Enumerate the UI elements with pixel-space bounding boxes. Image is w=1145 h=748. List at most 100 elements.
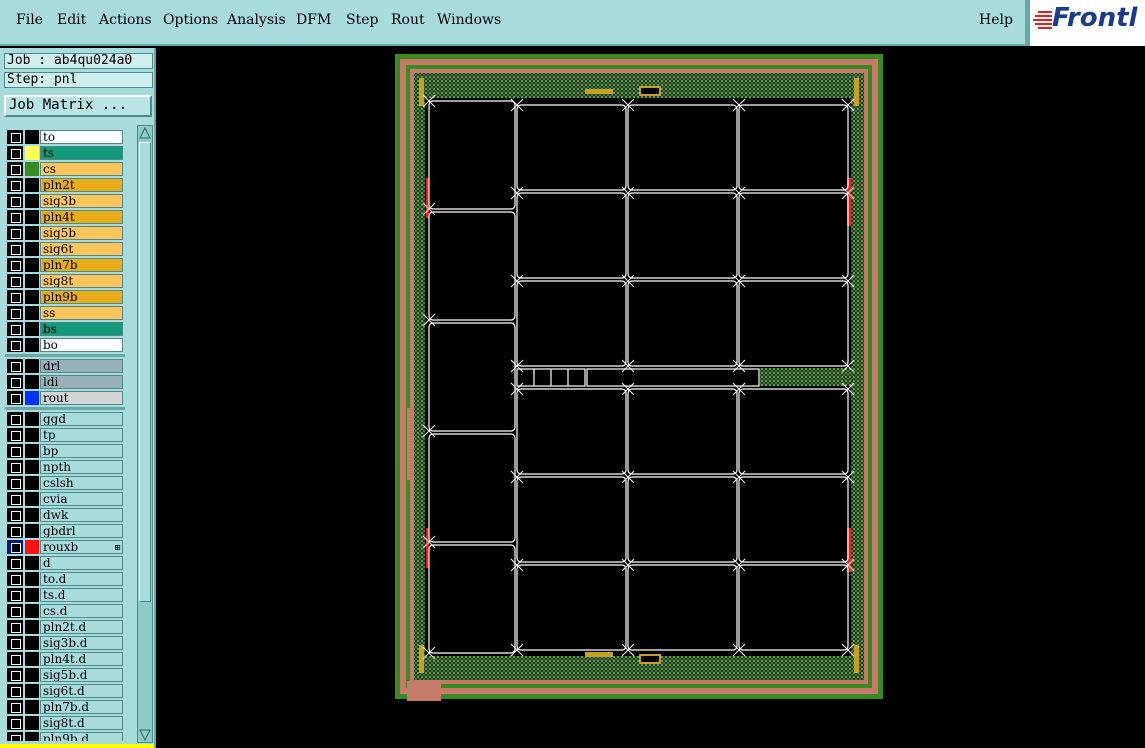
layer-color-swatch[interactable] xyxy=(25,375,39,389)
layer-name[interactable]: to xyxy=(40,130,123,144)
layer-name[interactable]: cslsh xyxy=(40,476,123,490)
layer-name[interactable]: ggd xyxy=(40,412,123,426)
layer-color-swatch[interactable] xyxy=(25,444,39,458)
layer-row[interactable]: to xyxy=(5,129,125,145)
layer-row[interactable]: d xyxy=(5,555,125,571)
layer-checkbox[interactable] xyxy=(7,604,23,618)
menu-actions[interactable]: Actions xyxy=(99,12,152,28)
layer-checkbox[interactable] xyxy=(7,274,23,288)
layer-name[interactable]: drl xyxy=(40,359,123,373)
layer-color-swatch[interactable] xyxy=(25,684,39,698)
layer-name[interactable]: bs xyxy=(40,322,123,336)
layer-name[interactable]: sig3b xyxy=(40,194,123,208)
layer-name[interactable]: pln7b xyxy=(40,258,123,272)
layer-color-swatch[interactable] xyxy=(25,359,39,373)
menu-analysis[interactable]: Analysis xyxy=(227,12,286,28)
graphic-editor-canvas[interactable] xyxy=(157,48,1145,748)
layer-row[interactable]: cs.d xyxy=(5,603,125,619)
layer-name[interactable]: pln4t xyxy=(40,210,123,224)
layer-checkbox[interactable] xyxy=(7,130,23,144)
layer-checkbox[interactable] xyxy=(7,391,23,405)
layer-checkbox[interactable] xyxy=(7,492,23,506)
layer-color-swatch[interactable] xyxy=(25,572,39,586)
layer-row[interactable]: ggd xyxy=(5,411,125,427)
layer-row[interactable]: sig6t.d xyxy=(5,683,125,699)
layer-name[interactable]: d xyxy=(40,556,123,570)
layer-color-swatch[interactable] xyxy=(25,130,39,144)
scroll-thumb[interactable] xyxy=(139,142,151,602)
layer-row[interactable]: pln2t.d xyxy=(5,619,125,635)
layer-name[interactable]: sig6t.d xyxy=(40,684,123,698)
layer-row[interactable]: npth xyxy=(5,459,125,475)
layer-name[interactable]: sig3b.d xyxy=(40,636,123,650)
layer-checkbox[interactable] xyxy=(7,732,23,741)
layer-color-swatch[interactable] xyxy=(25,732,39,741)
layer-checkbox[interactable] xyxy=(7,162,23,176)
layer-name[interactable]: rout xyxy=(40,391,123,405)
layer-color-swatch[interactable] xyxy=(25,652,39,666)
layer-row[interactable]: gbdrl xyxy=(5,523,125,539)
layer-name[interactable]: npth xyxy=(40,460,123,474)
menu-edit[interactable]: Edit xyxy=(57,12,86,28)
layer-color-swatch[interactable] xyxy=(25,226,39,240)
layer-color-swatch[interactable] xyxy=(25,194,39,208)
layer-color-swatch[interactable] xyxy=(25,620,39,634)
layer-row[interactable]: pln4t xyxy=(5,209,125,225)
layer-checkbox[interactable] xyxy=(7,412,23,426)
layer-checkbox[interactable] xyxy=(7,668,23,682)
layer-checkbox[interactable] xyxy=(7,444,23,458)
layer-name[interactable]: pln2t.d xyxy=(40,620,123,634)
layer-name[interactable]: ss xyxy=(40,306,123,320)
layer-color-swatch[interactable] xyxy=(25,242,39,256)
layer-name[interactable]: cvia xyxy=(40,492,123,506)
menu-file[interactable]: File xyxy=(16,12,43,28)
layer-row[interactable]: drl xyxy=(5,358,125,374)
layer-name[interactable]: sig5b.d xyxy=(40,668,123,682)
layer-name[interactable]: cs xyxy=(40,162,123,176)
layer-color-swatch[interactable] xyxy=(25,210,39,224)
layer-color-swatch[interactable] xyxy=(25,460,39,474)
layer-row[interactable]: sig3b.d xyxy=(5,635,125,651)
layer-checkbox[interactable] xyxy=(7,306,23,320)
layer-color-swatch[interactable] xyxy=(25,178,39,192)
layer-checkbox[interactable] xyxy=(7,258,23,272)
layer-scrollbar[interactable] xyxy=(137,125,153,743)
layer-row[interactable]: cvia xyxy=(5,491,125,507)
layer-checkbox[interactable] xyxy=(7,620,23,634)
layer-checkbox[interactable] xyxy=(7,322,23,336)
layer-checkbox[interactable] xyxy=(7,178,23,192)
layer-name[interactable]: dwk xyxy=(40,508,123,522)
layer-checkbox[interactable] xyxy=(7,375,23,389)
layer-row[interactable]: ts.d xyxy=(5,587,125,603)
job-matrix-button[interactable]: Job Matrix ... xyxy=(4,95,152,117)
scroll-down-arrow-icon[interactable] xyxy=(139,729,151,741)
layer-name[interactable]: pln2t xyxy=(40,178,123,192)
layer-checkbox[interactable] xyxy=(7,652,23,666)
layer-checkbox[interactable] xyxy=(7,194,23,208)
layer-color-swatch[interactable] xyxy=(25,636,39,650)
layer-row[interactable]: pln9b xyxy=(5,289,125,305)
layer-row[interactable]: sig5b xyxy=(5,225,125,241)
layer-checkbox[interactable] xyxy=(7,476,23,490)
menu-step[interactable]: Step xyxy=(346,12,378,28)
layer-row[interactable]: bo xyxy=(5,337,125,353)
layer-row[interactable]: rouxb ⊞ xyxy=(5,539,125,555)
layer-checkbox[interactable] xyxy=(7,242,23,256)
layer-name[interactable]: pln4t.d xyxy=(40,652,123,666)
layer-name[interactable]: pln9b.d xyxy=(40,732,123,741)
layer-checkbox[interactable] xyxy=(7,210,23,224)
layer-checkbox[interactable] xyxy=(7,146,23,160)
layer-name[interactable]: tp xyxy=(40,428,123,442)
layer-row[interactable]: rout xyxy=(5,390,125,406)
layer-color-swatch[interactable] xyxy=(25,306,39,320)
layer-checkbox[interactable] xyxy=(7,524,23,538)
layer-row[interactable]: ldi xyxy=(5,374,125,390)
layer-name[interactable]: ts.d xyxy=(40,588,123,602)
layer-color-swatch[interactable] xyxy=(25,700,39,714)
layer-row[interactable]: to.d xyxy=(5,571,125,587)
layer-row[interactable]: cslsh xyxy=(5,475,125,491)
layer-name[interactable]: ldi xyxy=(40,375,123,389)
layer-row[interactable]: cs xyxy=(5,161,125,177)
menu-help[interactable]: Help xyxy=(979,12,1013,28)
layer-checkbox[interactable] xyxy=(7,226,23,240)
